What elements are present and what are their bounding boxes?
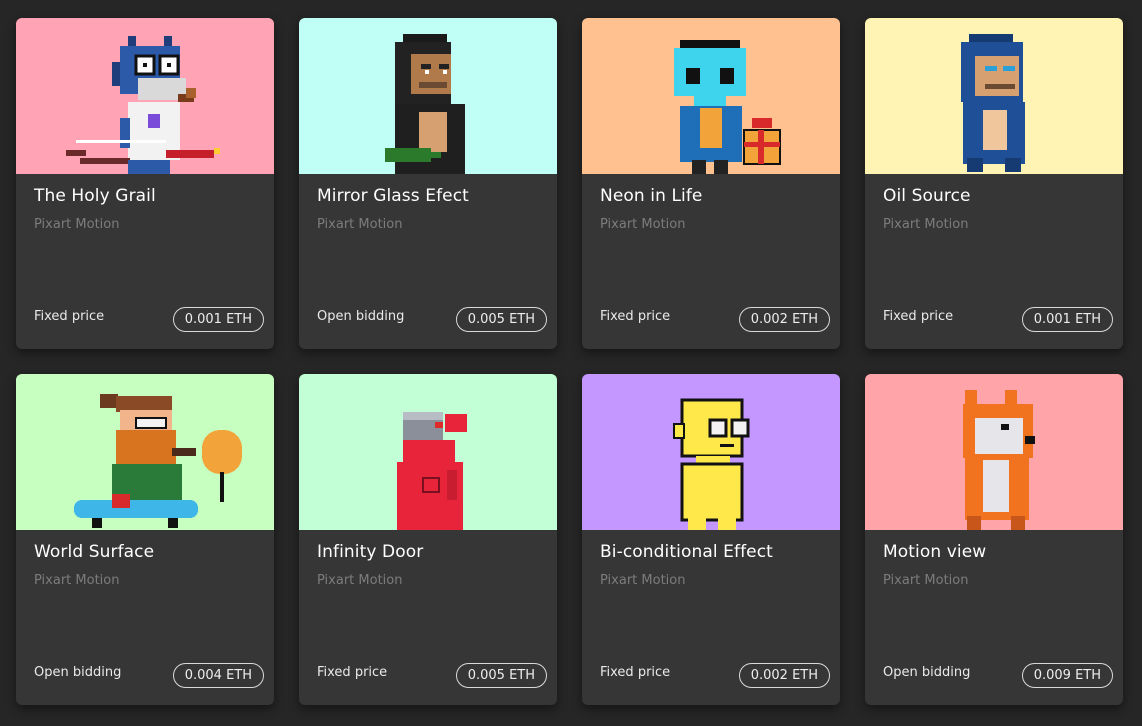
nft-card[interactable]: Oil Source Pixart Motion Fixed price 0.0… bbox=[865, 18, 1123, 349]
robot-bear-icon bbox=[397, 412, 467, 530]
nft-card[interactable]: Infinity Door Pixart Motion Fixed price … bbox=[299, 374, 557, 705]
nft-creator: Pixart Motion bbox=[883, 573, 969, 588]
nft-title: Mirror Glass Efect bbox=[317, 186, 469, 206]
ape-icon bbox=[385, 34, 465, 174]
nft-artwork bbox=[16, 374, 274, 530]
price-type-label: Open bidding bbox=[34, 665, 122, 680]
nft-card[interactable]: Motion view Pixart Motion Open bidding 0… bbox=[865, 374, 1123, 705]
nft-title: Bi-conditional Effect bbox=[600, 542, 773, 562]
bearded-man-icon bbox=[74, 394, 242, 528]
alien-icon bbox=[674, 40, 781, 174]
price-badge[interactable]: 0.004 ETH bbox=[172, 663, 264, 688]
nft-artwork bbox=[299, 374, 557, 530]
nft-creator: Pixart Motion bbox=[317, 217, 403, 232]
nft-title: The Holy Grail bbox=[34, 186, 156, 206]
price-badge[interactable]: 0.005 ETH bbox=[455, 307, 547, 332]
nft-card[interactable]: The Holy Grail Pixart Motion Fixed price… bbox=[16, 18, 274, 349]
price-type-label: Open bidding bbox=[883, 665, 971, 680]
nft-card[interactable]: Bi-conditional Effect Pixart Motion Fixe… bbox=[582, 374, 840, 705]
price-badge[interactable]: 0.002 ETH bbox=[738, 307, 830, 332]
nft-artwork bbox=[865, 18, 1123, 174]
price-badge[interactable]: 0.002 ETH bbox=[738, 663, 830, 688]
nft-card[interactable]: Neon in Life Pixart Motion Fixed price 0… bbox=[582, 18, 840, 349]
nft-creator: Pixart Motion bbox=[317, 573, 403, 588]
nft-card-grid: The Holy Grail Pixart Motion Fixed price… bbox=[16, 18, 1123, 705]
price-type-label: Fixed price bbox=[600, 665, 671, 680]
price-type-label: Fixed price bbox=[883, 309, 954, 324]
price-badge[interactable]: 0.005 ETH bbox=[455, 663, 547, 688]
nft-artwork bbox=[865, 374, 1123, 530]
nft-title: Neon in Life bbox=[600, 186, 703, 206]
nft-title: Motion view bbox=[883, 542, 987, 562]
nft-title: World Surface bbox=[34, 542, 155, 562]
price-type-label: Fixed price bbox=[317, 665, 388, 680]
price-badge[interactable]: 0.001 ETH bbox=[1021, 307, 1113, 332]
cat-wizard-icon bbox=[66, 36, 220, 174]
nft-creator: Pixart Motion bbox=[883, 217, 969, 232]
nft-creator: Pixart Motion bbox=[34, 217, 120, 232]
price-badge[interactable]: 0.009 ETH bbox=[1021, 663, 1113, 688]
fox-icon bbox=[963, 390, 1035, 530]
price-type-label: Fixed price bbox=[600, 309, 671, 324]
nft-artwork bbox=[299, 18, 557, 174]
price-badge[interactable]: 0.001 ETH bbox=[172, 307, 264, 332]
price-type-label: Fixed price bbox=[34, 309, 105, 324]
nft-creator: Pixart Motion bbox=[34, 573, 120, 588]
nft-card[interactable]: Mirror Glass Efect Pixart Motion Open bi… bbox=[299, 18, 557, 349]
nft-artwork bbox=[16, 18, 274, 174]
nft-creator: Pixart Motion bbox=[600, 573, 686, 588]
nft-title: Oil Source bbox=[883, 186, 971, 206]
nft-title: Infinity Door bbox=[317, 542, 424, 562]
nft-artwork bbox=[582, 374, 840, 530]
price-type-label: Open bidding bbox=[317, 309, 405, 324]
nft-creator: Pixart Motion bbox=[600, 217, 686, 232]
blue-ape-icon bbox=[961, 34, 1025, 172]
nft-card[interactable]: World Surface Pixart Motion Open bidding… bbox=[16, 374, 274, 705]
nft-artwork bbox=[582, 18, 840, 174]
yellow-figure-icon bbox=[673, 398, 750, 530]
